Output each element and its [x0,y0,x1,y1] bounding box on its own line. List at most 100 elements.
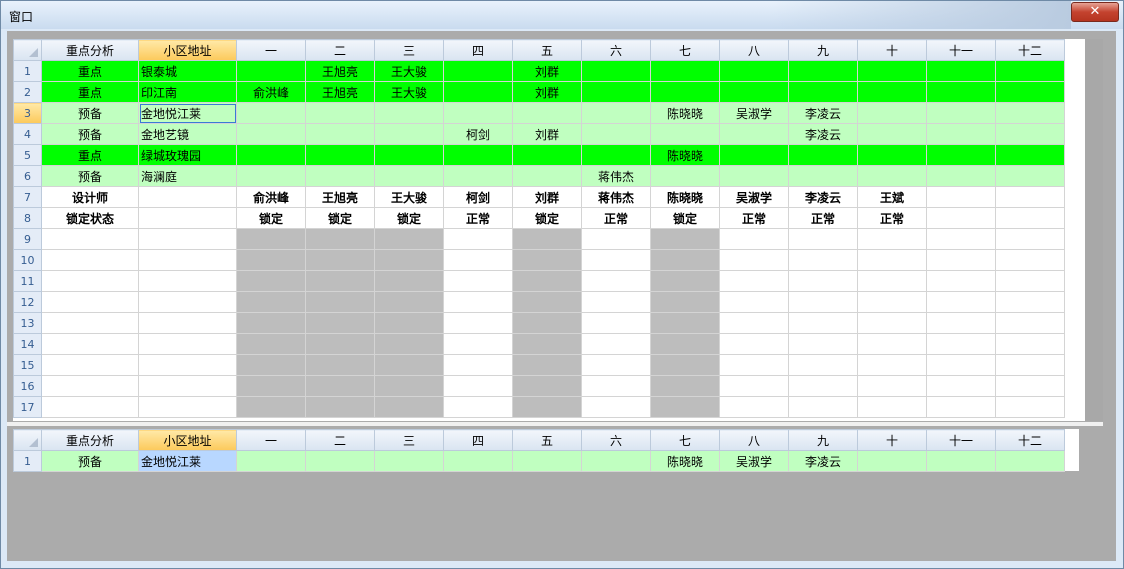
grid-cell[interactable] [305,450,375,472]
column-header[interactable]: 小区地址 [138,429,237,451]
column-header[interactable]: 四 [443,39,513,61]
row-header[interactable]: 8 [13,207,42,229]
row-header[interactable]: 16 [13,375,42,397]
grid-cell[interactable] [857,354,927,376]
grid-cell[interactable]: 正常 [443,207,513,229]
grid-cell[interactable] [581,450,651,472]
column-header[interactable]: 七 [650,39,720,61]
table-row[interactable]: 2 重点 印江南 俞洪峰 王旭亮 王大骏 刘群 [13,81,1065,103]
column-header[interactable]: 七 [650,429,720,451]
grid-cell[interactable]: 柯剑 [443,186,513,208]
grid-cell[interactable]: 刘群 [512,123,582,145]
grid-cell[interactable] [443,270,513,292]
grid-cell[interactable] [926,450,996,472]
grid-cell[interactable]: 重点 [41,144,139,166]
grid-cell[interactable] [788,270,858,292]
grid-cell[interactable] [512,270,582,292]
column-header[interactable]: 二 [305,429,375,451]
grid-cell[interactable] [926,375,996,397]
column-header[interactable]: 十二 [995,39,1065,61]
grid-cell[interactable] [788,60,858,82]
grid-cell[interactable] [41,375,139,397]
grid-cell[interactable] [581,291,651,313]
column-header[interactable]: 三 [374,39,444,61]
grid-cell[interactable] [995,186,1065,208]
grid-cell[interactable] [719,81,789,103]
grid-cell[interactable] [305,123,375,145]
row-header[interactable]: 7 [13,186,42,208]
grid-cell[interactable] [650,291,720,313]
grid-cell[interactable] [305,249,375,271]
grid-cell[interactable]: 预备 [41,102,139,124]
grid-cell[interactable]: 王旭亮 [305,60,375,82]
table-row[interactable]: 17 [13,396,1065,418]
grid-cell[interactable] [305,144,375,166]
grid-cell[interactable] [995,165,1065,187]
grid-cell[interactable] [443,312,513,334]
grid-cell[interactable] [788,354,858,376]
select-all-corner[interactable] [13,39,42,61]
column-header[interactable]: 一 [236,429,306,451]
grid-cell[interactable] [926,249,996,271]
grid-cell[interactable] [512,228,582,250]
grid-cell[interactable] [138,375,237,397]
grid-cell[interactable] [443,249,513,271]
grid-cell[interactable] [857,291,927,313]
row-header[interactable]: 2 [13,81,42,103]
grid-cell[interactable] [650,375,720,397]
grid-cell[interactable] [138,207,237,229]
table-row[interactable]: 1 预备 金地悦江莱 陈晓晓 吴淑学 李凌云 [13,450,1065,472]
grid-cell[interactable]: 刘群 [512,60,582,82]
column-header[interactable]: 重点分析 [41,39,139,61]
row-header[interactable]: 1 [13,450,42,472]
grid-cell[interactable]: 预备 [41,450,139,472]
table-row[interactable]: 6 预备 海澜庭 蒋伟杰 [13,165,1065,187]
row-header[interactable]: 6 [13,165,42,187]
grid-cell[interactable]: 王大骏 [374,60,444,82]
column-header[interactable]: 六 [581,39,651,61]
grid-cell[interactable] [581,123,651,145]
grid-cell[interactable] [305,312,375,334]
grid-cell[interactable] [443,60,513,82]
table-row[interactable]: 11 [13,270,1065,292]
grid-cell[interactable]: 吴淑学 [719,450,789,472]
grid-cell[interactable] [512,354,582,376]
grid-cell[interactable] [512,333,582,355]
table-row[interactable]: 13 [13,312,1065,334]
grid-cell[interactable] [374,450,444,472]
grid-cell[interactable] [788,396,858,418]
grid-cell[interactable] [305,375,375,397]
grid-cell[interactable]: 印江南 [138,81,237,103]
grid-cell[interactable]: 陈晓晓 [650,186,720,208]
grid-cell[interactable] [788,81,858,103]
grid-cell[interactable] [512,312,582,334]
grid-cell[interactable] [374,123,444,145]
grid-cell[interactable]: 李凌云 [788,102,858,124]
grid-cell[interactable] [236,450,306,472]
grid-cell[interactable] [374,375,444,397]
grid-cell[interactable] [650,228,720,250]
table-row[interactable]: 4 预备 金地艺镜 柯剑 刘群 李凌云 [13,123,1065,145]
grid-cell[interactable] [995,228,1065,250]
grid-cell[interactable] [926,228,996,250]
grid-cell[interactable] [719,291,789,313]
grid-cell[interactable]: 吴淑学 [719,102,789,124]
grid-cell[interactable] [374,333,444,355]
grid-cell[interactable] [650,354,720,376]
grid-cell[interactable] [995,354,1065,376]
grid-cell[interactable] [650,81,720,103]
column-header[interactable]: 重点分析 [41,429,139,451]
grid-cell[interactable] [236,375,306,397]
grid-cell[interactable] [581,396,651,418]
column-header[interactable]: 八 [719,429,789,451]
grid-cell[interactable]: 重点 [41,60,139,82]
grid-cell[interactable] [788,144,858,166]
row-header[interactable]: 3 [13,102,42,124]
grid-cell[interactable]: 正常 [719,207,789,229]
column-header[interactable]: 十 [857,39,927,61]
grid-cell[interactable]: 蒋伟杰 [581,186,651,208]
grid-cell[interactable]: 李凌云 [788,450,858,472]
column-header[interactable]: 十 [857,429,927,451]
grid-cell[interactable] [995,291,1065,313]
grid-cell[interactable]: 银泰城 [138,60,237,82]
